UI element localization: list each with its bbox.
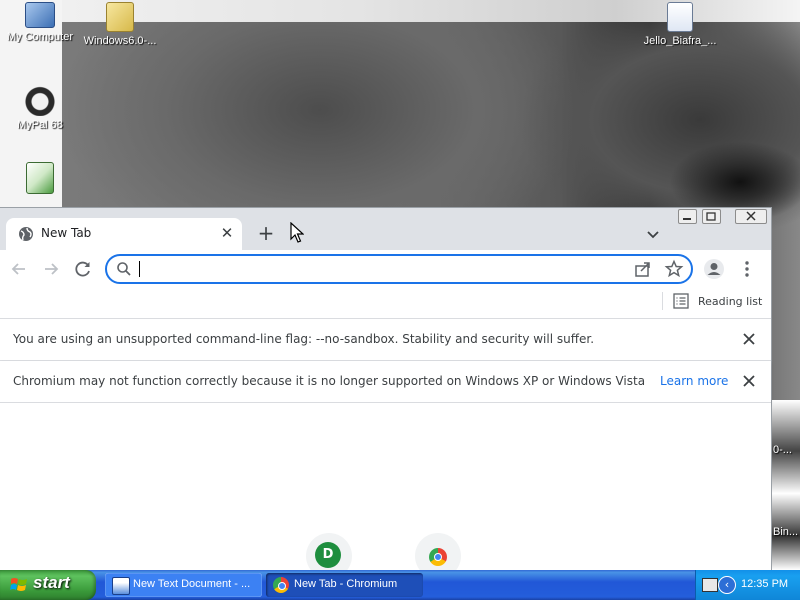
wallpaper-strip [770, 400, 800, 570]
desktop-icon-label: Jello_Biafra_... [643, 35, 717, 47]
shortcut-letter-icon: D [315, 542, 341, 568]
desktop-icon-my-computer[interactable]: My Computer [0, 2, 80, 43]
desktop-icon-jello-biafra[interactable]: Jello_Biafra_... [640, 2, 720, 47]
chevron-down-icon[interactable] [643, 224, 663, 244]
forward-arrow-icon[interactable] [40, 258, 62, 280]
shortcut-tile[interactable]: D [306, 533, 352, 570]
desktop-icon-label-fragment: 0-... [773, 444, 792, 456]
browser-toolbar [0, 250, 771, 286]
taskbar-item-label: New Text Document - ... [133, 578, 251, 590]
mypal-browser-icon [24, 84, 56, 116]
start-button[interactable]: start [0, 570, 96, 600]
globe-icon [19, 227, 33, 241]
zip-folder-icon [106, 2, 134, 32]
minimize-button[interactable] [678, 209, 697, 224]
reload-icon[interactable] [72, 258, 94, 280]
maximize-button[interactable] [702, 209, 721, 224]
tab-strip: New Tab ✕ + [0, 208, 771, 250]
tab-new-tab[interactable]: New Tab ✕ [6, 218, 242, 250]
system-tray: ‹ 12:35 PM [695, 570, 800, 600]
keyboard-icon[interactable] [702, 578, 718, 592]
new-tab-page: D [0, 403, 771, 570]
infobar-message: You are using an unsupported command-lin… [13, 332, 595, 346]
profile-avatar-icon[interactable] [703, 258, 725, 280]
taskbar-item-notepad[interactable]: New Text Document - ... [105, 573, 262, 597]
address-bar[interactable] [105, 254, 693, 284]
divider [662, 292, 663, 310]
share-icon[interactable] [633, 259, 653, 279]
text-caret [139, 261, 140, 277]
desktop-icon-label-fragment: Bin... [773, 526, 799, 538]
desktop-icon-chart-app[interactable] [0, 162, 80, 197]
computer-icon [25, 2, 55, 28]
taskbar-item-label: New Tab - Chromium [294, 578, 398, 590]
close-window-button[interactable] [735, 209, 767, 224]
back-arrow-icon[interactable] [8, 258, 30, 280]
address-input[interactable] [137, 259, 601, 279]
search-icon [117, 262, 131, 276]
tab-title: New Tab [41, 226, 92, 240]
learn-more-link[interactable]: Learn more [660, 374, 728, 388]
desktop-icon-label: MyPal 68 [17, 119, 63, 131]
desktop-icon-windows6[interactable]: Windows6.0-... [80, 2, 160, 47]
infobar-no-sandbox: You are using an unsupported command-lin… [0, 319, 771, 361]
infobar-message: Chromium may not function correctly beca… [13, 374, 646, 388]
desktop-icon-label: My Computer [6, 31, 74, 43]
chart-app-icon [26, 162, 54, 194]
notepad-icon [112, 577, 130, 595]
desktop-icon-label: Windows6.0-... [83, 35, 157, 47]
media-file-icon [667, 2, 693, 32]
kebab-menu-icon[interactable] [738, 258, 756, 280]
shortcut-tile[interactable] [415, 533, 461, 570]
chromium-window: New Tab ✕ + Reading list You are using a… [0, 208, 771, 570]
new-tab-button[interactable]: + [255, 222, 277, 244]
taskbar: start New Text Document - ... New Tab - … [0, 570, 800, 600]
chromium-icon [429, 548, 447, 566]
tab-close-icon[interactable]: ✕ [218, 224, 236, 242]
bookmark-star-icon[interactable] [664, 259, 684, 279]
reading-list-label: Reading list [698, 295, 763, 308]
infobar-unsupported-os: Chromium may not function correctly beca… [0, 361, 771, 403]
close-icon[interactable] [741, 331, 757, 347]
desktop-icon-mypal[interactable]: MyPal 68 [0, 84, 80, 131]
reading-list-icon [673, 293, 689, 309]
chromium-icon [273, 577, 289, 593]
taskbar-item-chromium[interactable]: New Tab - Chromium [266, 573, 423, 597]
maximize-icon [706, 212, 716, 221]
start-label: start [33, 573, 70, 592]
close-icon[interactable] [741, 373, 757, 389]
clock[interactable]: 12:35 PM [741, 578, 788, 590]
close-icon [746, 211, 756, 221]
mouse-cursor-icon [290, 222, 304, 243]
show-hidden-icons-icon[interactable]: ‹ [718, 576, 736, 594]
windows-flag-icon [10, 578, 27, 591]
bookmarks-bar: Reading list [0, 286, 771, 319]
minimize-icon [683, 218, 691, 220]
